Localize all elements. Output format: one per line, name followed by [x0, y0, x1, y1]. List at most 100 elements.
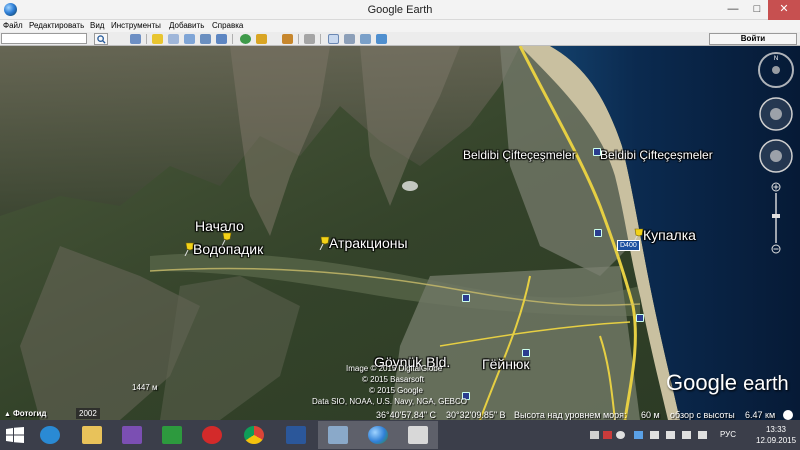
look-joystick-icon[interactable] — [756, 94, 796, 134]
google-earth-logo: Google earth — [666, 370, 789, 396]
elevation-label: Высота над уровнем моря: — [514, 410, 627, 420]
taskbar-file-explorer[interactable] — [72, 421, 112, 449]
clock-time: 13:33 — [765, 425, 787, 434]
clock-date: 12.09.2015 — [756, 436, 797, 445]
taskbar-opera[interactable] — [192, 421, 232, 449]
taskbar-word[interactable] — [276, 421, 316, 449]
toolbar-separator — [298, 34, 299, 44]
logo-google: Google — [666, 370, 737, 395]
title-bar: Google Earth — □ ✕ — [0, 0, 800, 20]
tray-app-icon[interactable] — [634, 431, 643, 439]
taskbar-internet-explorer[interactable] — [30, 421, 70, 449]
tray-windows-icon[interactable] — [590, 431, 599, 439]
login-button[interactable]: Войти — [709, 33, 797, 45]
earth-view[interactable]: Начало Водопадик Атракционы Купалка Beld… — [0, 46, 800, 420]
close-button[interactable]: ✕ — [768, 0, 800, 20]
menu-add[interactable]: Добавить — [169, 20, 204, 32]
store-icon — [162, 426, 182, 444]
tray-app-icon[interactable] — [616, 431, 625, 439]
taskbar-chrome[interactable] — [234, 421, 274, 449]
eye-altitude-value: 6.47 км — [745, 410, 776, 420]
menu-bar: Файл Редактировать Вид Инструменты Добав… — [0, 20, 800, 32]
menu-edit[interactable]: Редактировать — [29, 20, 84, 32]
email-icon[interactable] — [328, 34, 339, 44]
history-icon[interactable] — [240, 34, 251, 44]
zoom-slider[interactable] — [770, 182, 782, 254]
path-icon[interactable] — [184, 34, 195, 44]
menu-view[interactable]: Вид — [90, 20, 104, 32]
search-icon — [97, 35, 106, 44]
move-joystick-icon[interactable] — [756, 136, 796, 176]
svg-text:N: N — [774, 56, 778, 62]
toolbar-separator — [146, 34, 147, 44]
minimize-button[interactable]: — — [720, 0, 746, 20]
print-icon[interactable] — [344, 34, 355, 44]
network-icon[interactable] — [682, 431, 691, 439]
windows-start-icon[interactable] — [6, 427, 24, 443]
poi-icon[interactable] — [593, 148, 601, 156]
taskbar-visual-studio[interactable] — [112, 421, 152, 449]
place-label-beldibi-alt: Beldibi Çifteçeşmeler — [600, 148, 713, 162]
flag-icon[interactable] — [650, 431, 659, 439]
opera-icon — [202, 426, 222, 444]
placemark-label-attractions[interactable]: Атракционы — [329, 236, 408, 251]
search-button[interactable] — [94, 33, 108, 45]
road-shield: D400 — [617, 240, 640, 251]
poi-icon[interactable] — [462, 294, 470, 302]
search-input[interactable] — [1, 33, 87, 44]
battery-icon[interactable] — [666, 431, 675, 439]
save-image-icon[interactable] — [360, 34, 371, 44]
window-title: Google Earth — [367, 4, 433, 16]
system-clock[interactable]: 13:33 12.09.2015 — [756, 424, 796, 446]
poi-icon[interactable] — [636, 314, 644, 322]
taskbar-camera[interactable] — [398, 421, 438, 449]
chrome-icon — [244, 426, 264, 444]
poi-icon[interactable] — [522, 349, 530, 357]
status-bar: 36°40'57.84" С 30°32'09.85" В Высота над… — [0, 410, 800, 420]
elevation-value: 60 м — [641, 410, 660, 420]
windows-taskbar: РУС 13:33 12.09.2015 — [0, 420, 800, 450]
camera-icon — [408, 426, 428, 444]
menu-file[interactable]: Файл — [3, 20, 23, 32]
folder-icon — [82, 426, 102, 444]
google-earth-pro-icon — [328, 426, 348, 444]
taskbar-store[interactable] — [152, 421, 192, 449]
internet-explorer-icon — [40, 426, 60, 444]
toolbar-separator — [232, 34, 233, 44]
placemark-label-beach[interactable]: Купалка — [643, 228, 696, 243]
toolbar: Войти — [0, 32, 800, 46]
sun-icon[interactable] — [256, 34, 267, 44]
poi-icon[interactable] — [594, 229, 602, 237]
taskbar-google-earth[interactable] — [358, 421, 398, 449]
volume-icon[interactable] — [698, 431, 707, 439]
maps-icon[interactable] — [376, 34, 387, 44]
streaming-indicator — [783, 410, 793, 420]
image-overlay-icon[interactable] — [200, 34, 211, 44]
placemark-label-waterfall[interactable]: Водопадик — [193, 242, 263, 257]
imagery-attribution: Image © 2015 DigitalGlobe — [346, 364, 443, 373]
placemark-icon[interactable] — [152, 34, 163, 44]
visual-studio-icon — [122, 426, 142, 444]
input-language[interactable]: РУС — [720, 430, 736, 439]
ruler-icon[interactable] — [304, 34, 315, 44]
planets-icon[interactable] — [282, 34, 293, 44]
sidebar-icon[interactable] — [130, 34, 141, 44]
data-attribution: Data SIO, NOAA, U.S. Navy, NGA, GEBCO — [312, 397, 467, 406]
compass-icon[interactable]: N — [756, 50, 796, 90]
menu-tools[interactable]: Инструменты — [111, 20, 161, 32]
maximize-button[interactable]: □ — [744, 0, 770, 20]
basarsoft-attribution: © 2015 Basarsoft — [362, 375, 424, 384]
elevation-marker: 1447 м — [132, 383, 158, 392]
logo-earth: earth — [743, 373, 789, 395]
place-label-beldibi: Beldibi Çifteçeşmeler — [463, 148, 576, 162]
place-label-goynuk-cyrillic: Гёйнюк — [482, 356, 530, 372]
taskbar-google-earth-pro[interactable] — [318, 421, 358, 449]
longitude: 30°32'09.85" В — [446, 410, 506, 420]
eye-altitude-label: обзор с высоты — [670, 410, 735, 420]
polygon-icon[interactable] — [168, 34, 179, 44]
menu-help[interactable]: Справка — [212, 20, 243, 32]
tray-app-icon[interactable] — [603, 431, 612, 439]
placemark-label-start[interactable]: Начало — [195, 219, 244, 234]
latitude: 36°40'57.84" С — [376, 410, 437, 420]
tour-icon[interactable] — [216, 34, 227, 44]
